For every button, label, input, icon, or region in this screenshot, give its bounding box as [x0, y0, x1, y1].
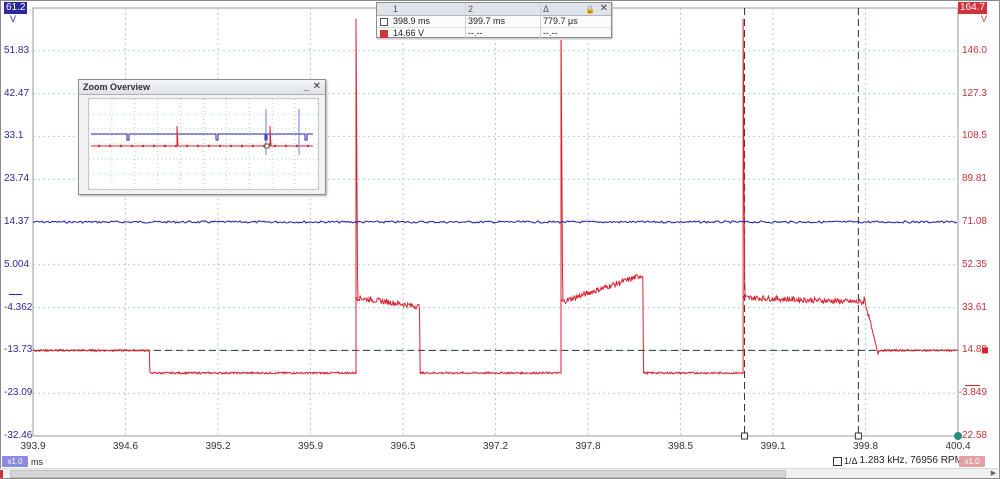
x-axis-tick-label: 400.4 [945, 441, 971, 452]
left-axis-tick-label: 42.47 [4, 87, 30, 99]
left-axis-tick-label: 5.004 [4, 258, 30, 270]
zoom-red-dot [251, 144, 255, 148]
left-axis-tick-label: -23.09 [4, 387, 33, 399]
zoom-red-dot [152, 144, 156, 148]
zoom-red-dot [196, 144, 200, 148]
x-axis-tick-label: 399.1 [760, 441, 786, 452]
freq-icon [833, 456, 842, 466]
zoom-red-dot [229, 144, 233, 148]
frequency-value: 1.283 kHz, 76956 RPM [859, 455, 963, 466]
axis-markers [9, 294, 980, 440]
left-axis-top-value[interactable]: 61.2 [4, 2, 28, 14]
zoom-overview-plot[interactable] [88, 98, 319, 190]
scroll-right-arrow-icon[interactable]: ▶ [989, 469, 998, 478]
left-axis-tick-label: 51.83 [4, 44, 30, 56]
x-axis-tick-label: 395.2 [205, 441, 231, 452]
x-axis-tick-label: 397.8 [575, 441, 601, 452]
channel-b-trace [32, 18, 958, 376]
frequency-readout[interactable]: 1/Δ 1.283 kHz, 76956 RPM [833, 455, 963, 467]
horizontal-scrollbar[interactable]: ▶ [0, 468, 998, 478]
close-icon[interactable]: ✕ [600, 3, 608, 14]
left-axis-tick-label: 33.1 [4, 130, 24, 142]
zoom-red-dot [284, 144, 288, 148]
lock-icon[interactable]: 🔒 [585, 5, 595, 14]
right-axis-tick-label: 127.3 [961, 87, 987, 99]
minimize-icon[interactable]: _ [303, 80, 309, 94]
time-cursor-handle-1[interactable] [741, 432, 749, 440]
cell-volt-1: 14.66 V [391, 28, 466, 39]
zoom-red-dot [207, 144, 211, 148]
zoom-overview-title: Zoom Overview [83, 82, 151, 92]
zoom-blue-trace [91, 133, 313, 141]
right-axis-tick-label: 146.0 [961, 44, 987, 56]
right-axis-tick-label: 89.81 [961, 173, 987, 185]
right-axis-tick-label: 33.61 [961, 301, 987, 313]
zoom-red-dot [141, 144, 145, 148]
zoom-overview-canvas [88, 98, 319, 190]
cell-volt-2: --.-- [466, 28, 541, 39]
right-axis-tick-label: -3.849 [958, 387, 987, 399]
zoom-red-dot [174, 144, 178, 148]
zoom-red-dot [185, 144, 189, 148]
right-axis-tick-label: 108.5 [961, 130, 987, 142]
zoom-overview-titlebar[interactable]: Zoom Overview _ ✕ [79, 80, 325, 95]
left-axis-unit: V [10, 14, 17, 24]
zoom-red-dot [108, 144, 112, 148]
right-range-chip[interactable]: x1.0 [959, 456, 985, 467]
cell-volt-delta: --.-- [543, 28, 558, 38]
col-cursor-1: 1 [391, 3, 466, 15]
measurements-table[interactable]: 1 2 Δ 398.9 ms 399.7 ms 779.7 μs 14.66 V… [376, 2, 612, 40]
cell-time-1: 398.9 ms [391, 16, 466, 27]
x-axis-unit: ms [31, 457, 43, 467]
close-icon[interactable]: ✕ [313, 80, 321, 94]
x-axis-tick-label: 393.9 [20, 441, 46, 452]
x-axis-tick-label: 397.2 [482, 441, 509, 452]
cursor-box-icon [380, 17, 388, 26]
time-cursor-handle-2[interactable] [854, 432, 862, 440]
cursor-mode: 1/Δ [844, 456, 858, 466]
left-axis-tick-label: -4.362 [4, 301, 33, 313]
col-cursor-2: 2 [466, 3, 541, 15]
right-axis-tick-label: 14.88 [961, 344, 987, 356]
x-axis-tick-label: 396.5 [390, 441, 416, 452]
zoom-red-dot [218, 144, 222, 148]
x-axis-tick-label: 398.5 [667, 441, 694, 452]
x-range-chip[interactable]: x1.0 [2, 456, 28, 467]
cell-time-delta: 779.7 μs [543, 16, 578, 26]
measurement-row-voltage: 14.66 V --.-- --.-- [377, 28, 611, 40]
zoom-red-dot [119, 144, 123, 148]
zoom-red-dot [163, 144, 167, 148]
zoom-red-dot [273, 144, 277, 148]
left-axis-tick-label: 23.74 [4, 173, 30, 185]
x-axis-tick-label: 399.8 [852, 441, 879, 452]
right-axis-tick-label: 71.08 [961, 216, 987, 227]
left-axis-tick-label: -13.73 [4, 344, 33, 356]
channel-b-square-icon [380, 29, 388, 38]
zoom-handle [264, 143, 270, 149]
scope-plot[interactable] [0, 0, 1000, 479]
scroll-thumb[interactable] [10, 470, 786, 478]
right-axis-tick-label: 52.35 [961, 258, 987, 270]
x-axis-tick-label: 394.6 [112, 441, 139, 452]
left-axis-tick-label: 14.37 [4, 216, 30, 227]
time-cursors[interactable] [741, 8, 862, 440]
cell-time-2: 399.7 ms [466, 16, 541, 27]
zoom-red-dot [97, 144, 101, 148]
x-axis-tick-label: 395.9 [297, 441, 324, 452]
right-axis-unit: V [980, 14, 987, 24]
zoom-red-dot [130, 144, 134, 148]
zoom-red-dot [306, 144, 310, 148]
measurements-header: 1 2 Δ [377, 3, 611, 16]
zoom-overview-window[interactable]: Zoom Overview _ ✕ [78, 79, 326, 195]
zoom-red-dot [295, 144, 299, 148]
zoom-red-dot [240, 144, 244, 148]
right-axis-top-value[interactable]: 164.7 [957, 2, 987, 14]
scroll-marker [0, 470, 3, 478]
measurement-row-time: 398.9 ms 399.7 ms 779.7 μs [377, 16, 611, 28]
